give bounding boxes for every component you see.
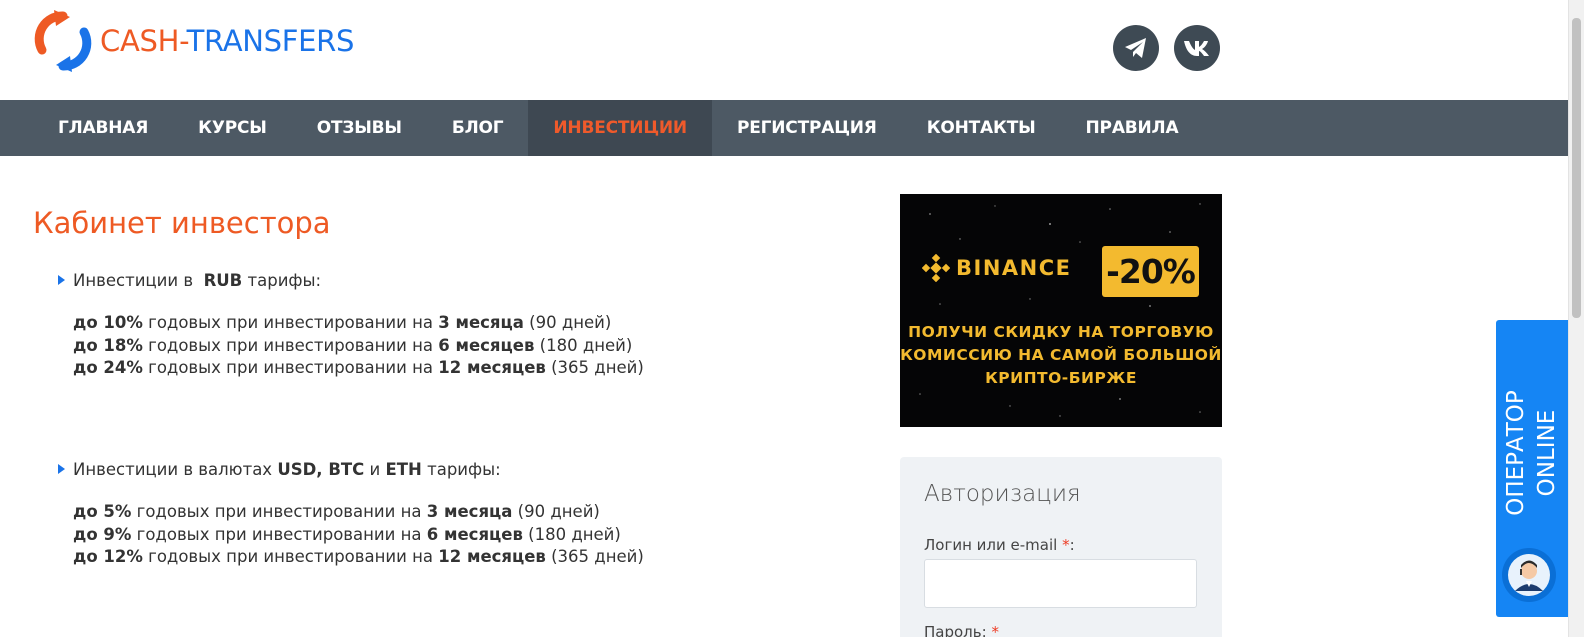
nav-item-investments[interactable]: ИНВЕСТИЦИИ (528, 100, 712, 156)
crypto-tariffs-block: Инвестиции в валютах USD, BTC и ETH тари… (58, 457, 644, 569)
login-input[interactable] (924, 559, 1197, 608)
nav-item-blog[interactable]: БЛОГ (427, 100, 529, 156)
telegram-link[interactable] (1113, 25, 1159, 71)
rub-tariffs-heading: Инвестиции в RUB тарифы: (58, 268, 644, 292)
nav-item-reviews[interactable]: ОТЗЫВЫ (292, 100, 427, 156)
crypto-tariffs-heading: Инвестиции в валютах USD, BTC и ETH тари… (58, 457, 644, 481)
nav-item-home[interactable]: ГЛАВНАЯ (33, 100, 173, 156)
nav-item-registration[interactable]: РЕГИСТРАЦИЯ (712, 100, 902, 156)
site-header: CASH-TRANSFERS (0, 0, 1584, 100)
operator-online-widget[interactable]: ОПЕРАТОР ONLINE (1496, 320, 1568, 617)
vk-icon (1184, 41, 1209, 56)
operator-avatar-icon (1502, 548, 1556, 602)
nav-item-rates[interactable]: КУРСЫ (173, 100, 292, 156)
rub-tariffs-block: Инвестиции в RUB тарифы: до 10% годовых … (58, 268, 644, 380)
nav-item-contacts[interactable]: КОНТАКТЫ (902, 100, 1061, 156)
discount-badge: -20% (1102, 246, 1199, 297)
logo-refresh-icon (34, 10, 92, 72)
logo-text: CASH-TRANSFERS (100, 24, 355, 58)
rub-rates-list: до 10% годовых при инвестировании на 3 м… (73, 312, 644, 380)
ad-promo-text: ПОЛУЧИ СКИДКУ НА ТОРГОВУЮ КОМИССИЮ НА СА… (900, 323, 1222, 387)
bullet-arrow-icon (58, 275, 65, 285)
rate-line: до 9% годовых при инвестировании на 6 ме… (73, 524, 621, 544)
bullet-arrow-icon (58, 464, 65, 474)
site-logo[interactable]: CASH-TRANSFERS (34, 10, 354, 72)
binance-logo: BINANCE (922, 254, 1071, 282)
page-title: Кабинет инвестора (33, 206, 331, 240)
page-scrollbar[interactable] (1568, 0, 1584, 637)
password-label: Пароль: * (924, 623, 999, 637)
rate-line: до 24% годовых при инвестировании на 12 … (73, 358, 644, 377)
auth-title: Авторизация (924, 481, 1081, 507)
main-nav: ГЛАВНАЯ КУРСЫ ОТЗЫВЫ БЛОГ ИНВЕСТИЦИИ РЕГ… (0, 100, 1568, 156)
vk-link[interactable] (1174, 25, 1220, 71)
rate-line: до 5% годовых при инвестировании на 3 ме… (73, 502, 600, 521)
crypto-rates-list: до 5% годовых при инвестировании на 3 ме… (73, 501, 644, 569)
rate-line: до 12% годовых при инвестировании на 12 … (73, 547, 644, 566)
binance-diamond-icon (922, 254, 950, 282)
rate-line: до 10% годовых при инвестировании на 3 м… (73, 313, 612, 332)
rate-line: до 18% годовых при инвестировании на 6 м… (73, 335, 633, 355)
telegram-icon (1125, 38, 1146, 58)
starfield-background (919, 203, 1201, 417)
nav-item-rules[interactable]: ПРАВИЛА (1061, 100, 1204, 156)
scrollbar-thumb[interactable] (1572, 18, 1581, 318)
operator-online-label: ОПЕРАТОР ONLINE (1503, 390, 1560, 516)
login-label: Логин или e-mail *: (924, 536, 1075, 554)
auth-panel: Авторизация Логин или e-mail *: Пароль: … (900, 457, 1222, 637)
binance-ad-banner[interactable]: BINANCE -20% ПОЛУЧИ СКИДКУ НА ТОРГОВУЮ К… (900, 194, 1222, 427)
